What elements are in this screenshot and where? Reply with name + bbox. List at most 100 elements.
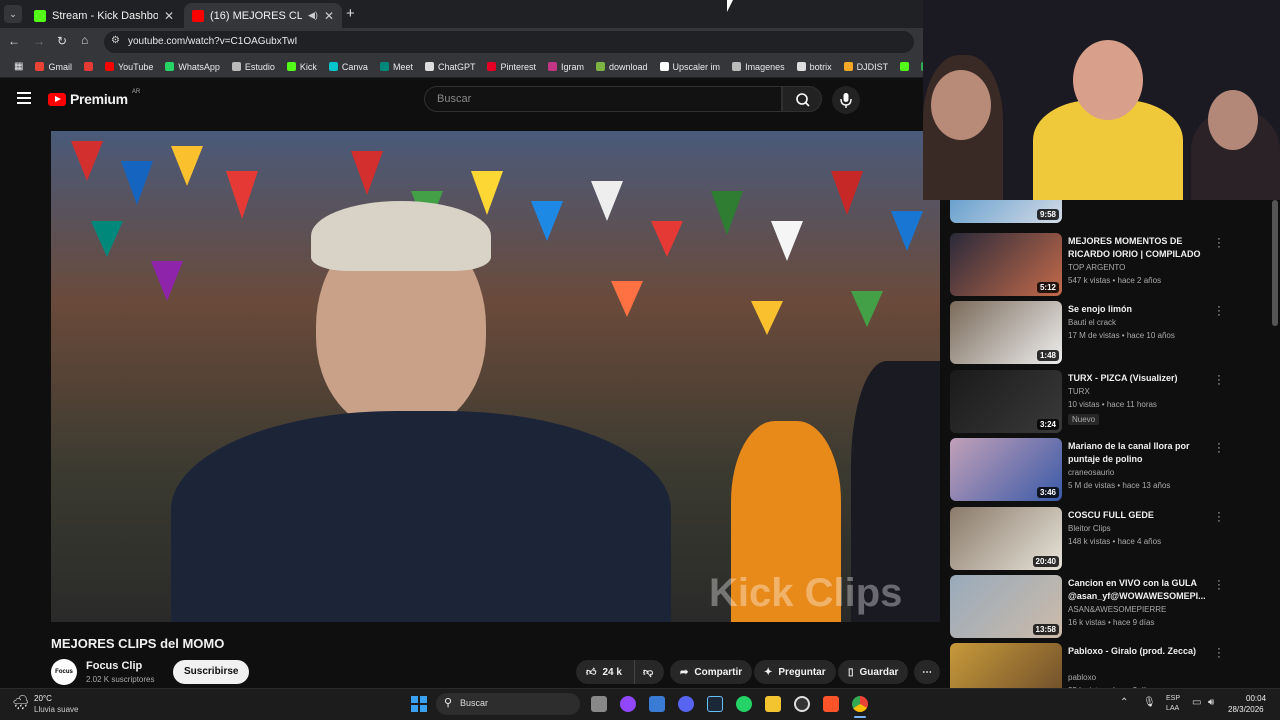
recommended-video[interactable]: 3:46 Mariano de la canal llora por puntaj… <box>950 438 1276 504</box>
bookmark-item[interactable]: botrix <box>791 62 838 72</box>
recommended-video[interactable]: 20:40 COSCU FULL GEDE Bleitor Clips 148 k v… <box>950 507 1276 573</box>
recommended-title[interactable]: Se enojo limón <box>1068 303 1204 316</box>
bookmark-item[interactable]: WhatsApp <box>159 62 226 72</box>
recommended-video[interactable]: 5:12 MEJORES MOMENTOS DE RICARDO IORIO | … <box>950 233 1276 299</box>
bookmark-item[interactable]: YouTube <box>99 62 159 72</box>
save-button[interactable]: ▯ Guardar <box>838 660 909 684</box>
voice-search-button[interactable] <box>832 86 860 114</box>
video-thumbnail[interactable]: 5:12 <box>950 233 1062 296</box>
bookmark-item[interactable]: Estudio <box>226 62 281 72</box>
file-explorer-icon[interactable] <box>765 696 781 712</box>
more-vertical-icon[interactable]: · · · <box>1216 371 1222 390</box>
chrome-icon[interactable] <box>852 696 868 712</box>
apps-icon[interactable]: ▦ <box>8 61 29 72</box>
video-thumbnail[interactable]: 3:24 <box>950 370 1062 433</box>
more-vertical-icon[interactable]: · · · <box>1216 508 1222 527</box>
channel-avatar[interactable]: Focus clip <box>51 659 77 685</box>
ask-button[interactable]: ✦ Preguntar <box>754 660 836 684</box>
recommended-video[interactable]: 1:48 Se enojo limón Bauti el crack 17 M de … <box>950 301 1276 367</box>
recommended-title[interactable]: Pabloxo - Giralo (prod. Zecca) <box>1068 645 1204 658</box>
scrollbar[interactable] <box>1272 200 1278 326</box>
bookmark-item[interactable]: Gmail <box>29 62 78 72</box>
windows-start-icon[interactable] <box>411 696 427 712</box>
recommended-title[interactable]: TURX - PIZCA (Visualizer) <box>1068 372 1204 385</box>
bookmark-item[interactable]: Imagenes <box>726 62 791 72</box>
subscribe-button[interactable]: Suscribirse <box>173 660 250 684</box>
whatsapp-icon[interactable] <box>736 696 752 712</box>
home-icon[interactable]: ⌂ <box>81 33 88 47</box>
recommended-channel[interactable]: ASAN&AWESOMEPIERRE <box>1068 605 1166 614</box>
more-vertical-icon[interactable]: · · · <box>1216 644 1222 663</box>
discord-icon[interactable] <box>678 696 694 712</box>
more-vertical-icon[interactable]: · · · <box>1216 234 1222 253</box>
recommended-channel[interactable]: TOP ARGENTO <box>1068 263 1125 272</box>
video-thumbnail[interactable] <box>950 643 1062 688</box>
tab-kick-dashboard[interactable]: Stream - Kick Dashboard ✕ <box>26 3 182 28</box>
menu-icon[interactable] <box>17 92 31 104</box>
video-thumbnail[interactable]: 1:48 <box>950 301 1062 364</box>
tray-chevron-icon[interactable]: ⌃ <box>1120 697 1128 708</box>
obs-icon[interactable] <box>794 696 810 712</box>
weather-icon[interactable]: 🌧︎ <box>12 694 30 711</box>
recommended-title[interactable]: COSCU FULL GEDE <box>1068 509 1204 522</box>
forward-arrow-icon[interactable]: → <box>33 34 45 48</box>
dislike-button[interactable]: 👎︎ <box>634 660 664 684</box>
new-tab-button[interactable]: + <box>346 5 355 22</box>
bookmark-item[interactable]: Kick <box>281 62 323 72</box>
more-vertical-icon[interactable]: · · · <box>1216 302 1222 321</box>
bookmark-item[interactable] <box>894 62 915 71</box>
bookmark-item[interactable] <box>78 62 99 71</box>
recommended-channel[interactable]: craneosaurio <box>1068 468 1114 477</box>
bookmark-item[interactable]: Meet <box>374 62 419 72</box>
channel-name[interactable]: Focus Clip <box>86 660 142 672</box>
close-icon[interactable]: ✕ <box>164 9 174 23</box>
video-thumbnail[interactable]: 20:40 <box>950 507 1062 570</box>
share-button[interactable]: ➦ Compartir <box>670 660 753 684</box>
recommended-channel[interactable]: pabloxo <box>1068 673 1096 682</box>
steam-icon[interactable] <box>707 696 723 712</box>
recommended-title[interactable]: MEJORES MOMENTOS DE RICARDO IORIO | COMP… <box>1068 235 1204 261</box>
close-icon[interactable]: ✕ <box>324 9 334 23</box>
like-button[interactable]: 👍︎ 24 k <box>576 660 634 684</box>
notes-app-icon[interactable] <box>649 696 665 712</box>
recommended-channel[interactable]: TURX <box>1068 387 1090 396</box>
back-arrow-icon[interactable]: ← <box>8 34 20 48</box>
language-top[interactable]: ESP <box>1166 695 1180 702</box>
video-player[interactable]: Kick Clips <box>51 131 940 622</box>
task-view-icon[interactable] <box>591 696 607 712</box>
recommended-channel[interactable]: Bauti el crack <box>1068 318 1116 327</box>
brave-icon[interactable] <box>823 696 839 712</box>
twitch-app-icon[interactable] <box>620 696 636 712</box>
site-info-icon[interactable]: ⚙ <box>111 35 120 46</box>
tray-microphone-icon[interactable]: 🎙︎ <box>1143 697 1156 708</box>
recommended-title[interactable]: Mariano de la canal llora por puntaje de… <box>1068 440 1204 466</box>
recommended-video[interactable]: 3:24 TURX - PIZCA (Visualizer) TURX 10 vist… <box>950 370 1276 436</box>
recommended-channel[interactable]: Bleitor Clips <box>1068 524 1111 533</box>
speaker-icon[interactable]: ◀) <box>308 10 318 21</box>
tab-youtube-video[interactable]: (16) MEJORES CLIPS del MOMO ◀) ✕ <box>184 3 342 28</box>
omnibox[interactable]: ⚙ youtube.com/watch?v=C1OAGubxTwI <box>104 31 914 53</box>
youtube-logo[interactable]: Premium AR <box>48 89 140 107</box>
more-vertical-icon[interactable]: · · · <box>1216 576 1222 595</box>
bookmark-item[interactable]: DJDIST <box>838 62 895 72</box>
volume-icon[interactable]: 🔊︎ <box>1208 697 1214 708</box>
tab-search-button[interactable]: ⌄ <box>4 5 22 23</box>
recommended-video[interactable]: 9:58 <box>950 200 1276 226</box>
bookmark-item[interactable]: Pinterest <box>481 62 542 72</box>
video-thumbnail[interactable]: 9:58 <box>950 200 1062 223</box>
bookmark-item[interactable]: download <box>590 62 654 72</box>
taskbar-search[interactable]: ⚲ Buscar <box>436 693 580 715</box>
recommended-title[interactable]: Cancion en VIVO con la GULA @asan_yf@WOW… <box>1068 577 1206 603</box>
recommended-video[interactable]: 13:58 Cancion en VIVO con la GULA @asan_y… <box>950 575 1276 641</box>
bookmark-item[interactable]: Upscaler im <box>654 62 727 72</box>
bookmark-item[interactable]: Canva <box>323 62 374 72</box>
bookmark-item[interactable]: Igram <box>542 62 590 72</box>
clock-time[interactable]: 00:04 <box>1246 694 1266 703</box>
more-actions-button[interactable]: ⋯ <box>914 660 940 684</box>
more-vertical-icon[interactable]: · · · <box>1216 439 1222 458</box>
bookmark-item[interactable]: ChatGPT <box>419 62 482 72</box>
network-icon[interactable]: ▭ <box>1192 697 1201 708</box>
reload-icon[interactable]: ↻ <box>57 34 67 48</box>
video-thumbnail[interactable]: 13:58 <box>950 575 1062 638</box>
search-button[interactable] <box>782 86 822 112</box>
